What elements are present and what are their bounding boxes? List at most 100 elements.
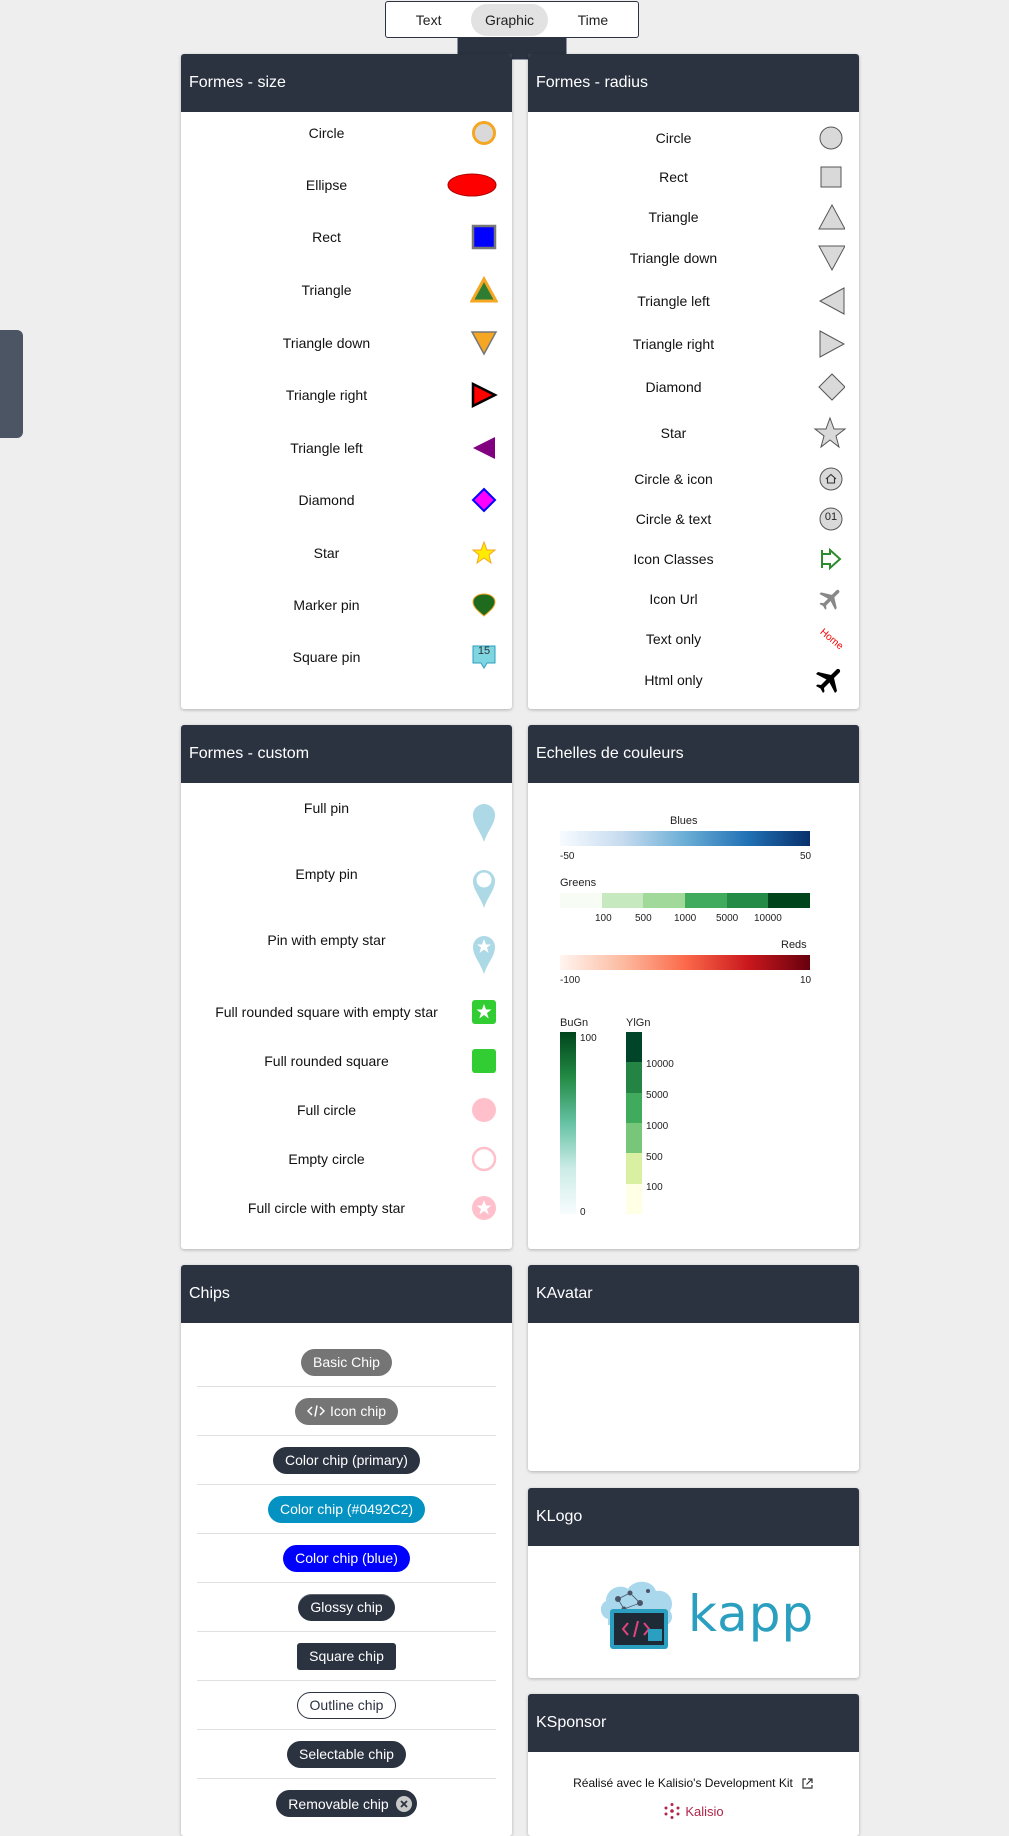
shape-label: Triangle [648,209,699,225]
shape-label: Icon Classes [633,551,714,567]
card-title: Echelles de couleurs [528,725,859,783]
left-pane-handle[interactable] [0,330,23,438]
code-icon [306,1404,325,1418]
tab-graphic[interactable]: Graphic [471,3,549,36]
primary-color-chip[interactable]: Color chip (primary) [273,1446,420,1474]
greens-tick: 1000 [674,913,697,924]
card-title: KAvatar [528,1265,859,1323]
shape-label: Square pin [292,649,361,665]
kalisio-logo-icon [663,1802,681,1820]
triangle-left-shape-icon [817,284,845,318]
shape-label: Full rounded square [264,1053,389,1069]
shape-label: Triangle right [632,336,715,352]
full-pin-icon [470,800,498,844]
card-shapes-custom: Formes - custom Full pin Empty pin Pin w… [181,725,512,1249]
card-title: KSponsor [528,1694,859,1752]
triangle-left-shape-icon [470,433,498,463]
circle-shape-icon [817,123,845,153]
icon-chip-label: Icon chip [329,1403,387,1419]
sign-in-icon [817,544,845,574]
shape-label: Text only [645,631,702,647]
blues-min: -50 [560,851,575,862]
shape-label: Triangle right [285,387,368,403]
marker-pin-icon [470,590,498,620]
blues-scale-bar [560,831,810,846]
shape-label: Empty circle [288,1151,365,1167]
selectable-chip[interactable]: Selectable chip [287,1740,406,1768]
bugn-max: 100 [580,1033,597,1044]
outline-chip[interactable]: Outline chip [296,1691,397,1719]
greens-tick: 10000 [754,913,782,924]
shape-label: Circle [308,125,345,141]
shape-label: Star [313,545,340,561]
icon-chip[interactable]: Icon chip [294,1397,399,1425]
greens-tick: 5000 [716,913,739,924]
card-title: KLogo [528,1488,859,1546]
card-shapes-size: Formes - size Circle Ellipse Rect Triang… [181,54,512,709]
shape-label: Empty pin [295,866,358,882]
triangle-shape-icon [817,200,845,234]
card-klogo: KLogo kapp [528,1488,859,1678]
blue-color-chip[interactable]: Color chip (blue) [283,1544,410,1572]
shape-label: Icon Url [649,591,698,607]
removable-chip[interactable]: Removable chip [276,1790,417,1817]
triangle-down-shape-icon [470,328,498,358]
tab-text[interactable]: Text [402,4,456,36]
kalisio-brand: Kalisio [685,1803,724,1819]
rounded-square-icon [470,1046,498,1076]
square-chip[interactable]: Square chip [297,1642,396,1670]
shape-label: Diamond [645,379,702,395]
basic-chip[interactable]: Basic Chip [301,1348,392,1376]
shape-label: Circle [655,130,692,146]
empty-pin-icon [470,866,498,910]
ylgn-tick: 100 [646,1182,663,1193]
kapp-cloud-icon [600,1581,673,1649]
card-title: Formes - custom [181,725,512,783]
ylgn-scale-bar [626,1032,642,1214]
shape-label: Marker pin [293,597,360,613]
card-color-scales: Echelles de couleurs Blues -50 50 Greens… [528,725,859,1249]
ylgn-tick: 500 [646,1152,663,1163]
triangle-right-shape-icon [817,327,845,361]
full-circle-icon [470,1095,498,1125]
shape-label: Full circle [296,1102,357,1118]
remove-icon[interactable] [395,1795,413,1813]
diamond-shape-icon [817,370,845,404]
triangle-shape-icon [470,275,498,305]
shape-label: Triangle left [637,293,710,309]
shape-label: Pin with empty star [267,932,386,948]
shape-label: Rect [659,169,688,185]
ylgn-tick: 10000 [646,1059,674,1070]
text-only-marker: Home [817,624,845,654]
custom-color-chip[interactable]: Color chip (#0492C2) [267,1495,426,1523]
view-tabs: Text Graphic Time [385,1,639,38]
card-title: Chips [181,1265,512,1323]
tab-time[interactable]: Time [564,4,623,36]
pin-star-icon [470,932,498,976]
shape-label: Triangle down [282,335,371,351]
star-shape-icon [470,538,498,568]
sponsor-link[interactable]: Réalisé avec le Kalisio's Development Ki… [573,1776,793,1790]
kapp-logo: kapp [596,1573,813,1655]
shape-label: Triangle [301,282,352,298]
square-pin-icon: 15 [470,642,498,672]
bugn-scale-name: BuGn [560,1017,589,1029]
card-kavatar: KAvatar [528,1265,859,1471]
shape-label: Rect [312,229,341,245]
card-title: Formes - radius [528,54,859,112]
reds-max: 10 [800,975,812,986]
greens-scale-bar [560,893,811,908]
glossy-chip[interactable]: Glossy chip [298,1593,395,1621]
triangle-right-shape-icon [470,380,498,410]
ylgn-tick: 5000 [646,1090,669,1101]
reds-scale-bar [560,955,810,970]
shape-label: Circle & text [635,511,712,527]
shape-label: Triangle down [629,250,718,266]
shape-label: Circle & icon [634,471,713,487]
greens-tick: 500 [635,913,652,924]
external-link-icon[interactable] [801,1777,814,1790]
diamond-shape-icon [470,485,498,515]
text-only-marker-text: Home [817,626,845,652]
circle-star-icon [470,1193,498,1223]
bugn-min: 0 [580,1207,586,1218]
